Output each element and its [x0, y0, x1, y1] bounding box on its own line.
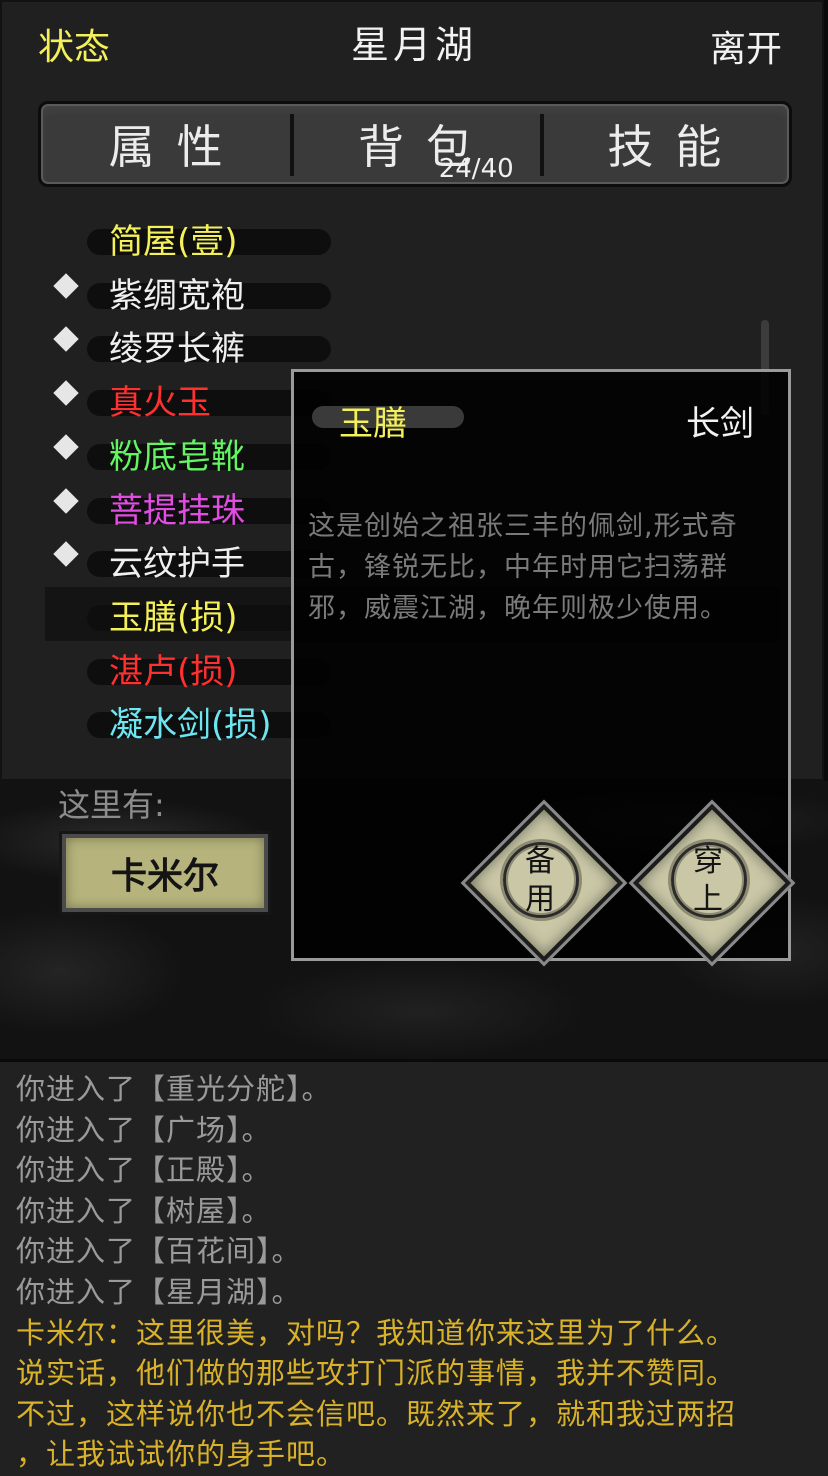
item-name: 简屋(壹): [109, 222, 238, 262]
reserve-label: 备 用: [466, 843, 614, 919]
inventory-item[interactable]: 简屋(壹): [45, 211, 780, 265]
equipped-diamond-icon: [53, 541, 79, 567]
inventory-item[interactable]: 绫罗长裤: [45, 318, 780, 372]
equipped-diamond-icon: [53, 487, 79, 514]
item-description: 这是创始之祖张三丰的佩剑,形式奇古，锋锐无比，中年时用它扫荡群邪，威震江湖，晚年…: [308, 511, 738, 624]
item-name: 玉膳(损): [109, 597, 238, 638]
system-log-line: 你进入了【树屋】。: [16, 1193, 272, 1228]
item-name: 云纹护手: [109, 544, 245, 585]
equipped-diamond-icon: [53, 326, 79, 353]
leave-button[interactable]: 离开: [710, 20, 782, 72]
label-char: 用: [525, 882, 555, 917]
tab-skills[interactable]: 技能: [539, 104, 789, 184]
message-log: 你进入了【重光分舵】。 你进入了【广场】。 你进入了【正殿】。 你进入了【树屋】。 你进…: [0, 1059, 828, 1476]
tab-label: 属性: [108, 120, 245, 174]
equip-button[interactable]: 穿 上: [628, 799, 796, 967]
item-name: 粉底皂靴: [109, 436, 245, 477]
inventory-item[interactable]: 紫绸宽袍: [45, 265, 780, 319]
item-name: 玉膳: [339, 404, 407, 444]
item-type: 长剑: [686, 404, 754, 444]
item-detail-popup: 玉膳 长剑 这是创始之祖张三丰的佩剑,形式奇古，锋锐无比，中年时用它扫荡群邪，威…: [291, 369, 796, 967]
label-char: 穿: [693, 844, 723, 879]
equipped-diamond-icon: [53, 380, 79, 406]
reserve-button[interactable]: 备 用: [460, 799, 628, 967]
item-name: 湛卢(损): [109, 651, 238, 692]
tab-bar: 属性 背包 24/40 技能: [38, 101, 792, 187]
system-log-line: 你进入了【广场】。: [16, 1112, 272, 1147]
npc-button[interactable]: 卡米尔: [59, 831, 271, 915]
system-log-line: 你进入了【重光分舵】。: [16, 1072, 332, 1106]
equipped-diamond-icon: [53, 434, 79, 460]
npc-dialogue-line: 卡米尔：这里很美，对吗？我知道你来这里为了什么。: [16, 1315, 737, 1350]
item-name: 绫罗长裤: [109, 329, 245, 370]
item-name: 凝水剑(损): [109, 705, 272, 746]
system-log-line: 你进入了【星月湖】。: [16, 1275, 302, 1309]
system-log-line: 你进入了【正殿】。: [16, 1153, 272, 1188]
system-log-line: 你进入了【百花间】。: [16, 1234, 302, 1269]
npc-dialogue-line: 说实话，他们做的那些攻打门派的事情，我并不赞同。: [16, 1356, 737, 1391]
item-name: 紫绸宽袍: [109, 275, 245, 316]
npc-dialogue-line: ，让我试试你的身手吧。: [16, 1437, 347, 1472]
here-label: 这里有:: [58, 786, 165, 824]
tab-attributes[interactable]: 属性: [41, 104, 290, 184]
npc-dialogue-line: 不过，这样说你也不会信吧。既然来了，就和我过两招: [16, 1396, 737, 1431]
tab-label: 技能: [607, 120, 744, 174]
item-name: 真火玉: [109, 383, 211, 424]
equipped-diamond-icon: [53, 272, 79, 299]
item-name: 菩提挂珠: [109, 490, 245, 531]
label-char: 备: [525, 844, 555, 879]
label-char: 上: [693, 882, 723, 917]
location-title: 星月湖: [350, 23, 477, 67]
backpack-capacity: 24/40: [438, 154, 514, 184]
equip-label: 穿 上: [634, 843, 782, 919]
tab-backpack[interactable]: 背包 24/40: [290, 104, 539, 184]
